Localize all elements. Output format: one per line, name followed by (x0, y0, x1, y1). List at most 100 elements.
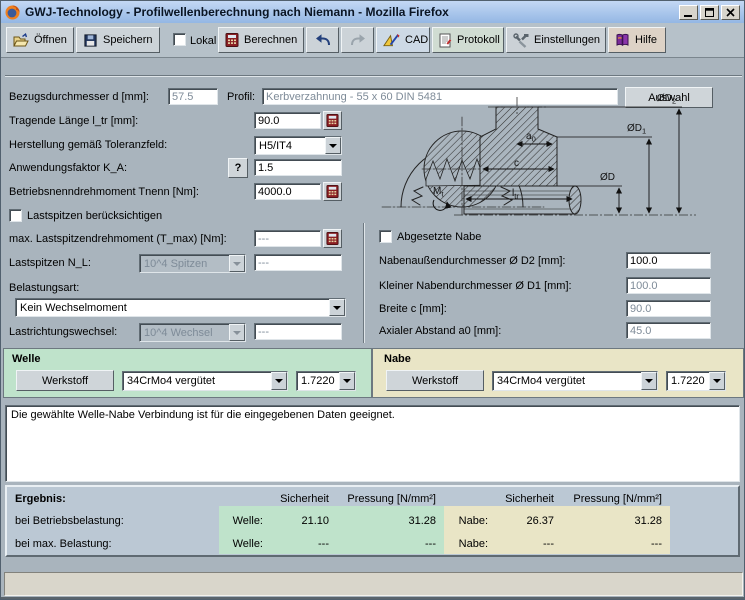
lokal-checkbox[interactable] (173, 33, 186, 46)
nenndrehmoment-calc-button[interactable] (323, 182, 342, 201)
nenndrehmoment-field[interactable] (254, 183, 321, 200)
chevron-down-icon[interactable] (709, 372, 725, 390)
breite-field (626, 300, 711, 317)
window-title: GWJ-Technology - Profilwellenberechnung … (25, 5, 449, 19)
firefox-icon (5, 5, 20, 20)
welle-number-select[interactable]: 1.7220 (296, 371, 356, 391)
lastrichtungswechsel-unit-select: 10^4 Wechsel (139, 323, 246, 342)
svg-text:ltr: ltr (512, 188, 519, 201)
welle-panel: Welle Werkstoff 34CrMo4 vergütet 1.7220 (3, 348, 372, 398)
belastungsart-value: Kein Wechselmoment (20, 301, 127, 314)
max-lastspitze-field (254, 230, 321, 247)
protokoll-button[interactable]: Protokoll (432, 27, 504, 53)
nabe-sicherheit-header: Sicherheit (505, 493, 554, 505)
open-button[interactable]: Öffnen (6, 27, 74, 53)
lastspitzen-nl-field (254, 254, 342, 271)
results-header-row: Ergebnis: Sicherheit Pressung [N/mm²] Si… (7, 491, 670, 507)
anwendungsfaktor-label: Anwendungsfaktor K_A: (9, 162, 128, 174)
message-area[interactable]: Die gewählte Welle-Nabe Verbindung ist f… (5, 405, 740, 482)
nabe-werkstoff-button[interactable]: Werkstoff (386, 370, 484, 391)
lastspitzen-checkbox[interactable] (9, 209, 22, 222)
nabe-number-select[interactable]: 1.7220 (666, 371, 726, 391)
toleranzfeld-select[interactable]: H5/IT4 (254, 136, 342, 155)
welle-number-value: 1.7220 (301, 375, 335, 387)
svg-text:ØD: ØD (600, 172, 615, 183)
nabe-panel-title: Nabe (384, 353, 411, 365)
lastspitzen-nl-label: Lastspitzen N_L: (9, 257, 91, 269)
nabe-number-value: 1.7220 (671, 375, 705, 387)
document-icon (439, 33, 452, 48)
welle-sicherheit-header: Sicherheit (280, 493, 329, 505)
welle-material-select[interactable]: 34CrMo4 vergütet (122, 371, 288, 391)
lastspitzen-nl-unit-value: 10^4 Spitzen (144, 257, 208, 270)
cad-ruler-pen-icon (383, 33, 400, 47)
calculator-icon (225, 33, 239, 47)
welle-material-value: 34CrMo4 vergütet (127, 375, 216, 387)
nabenaussendurchmesser-label: Nabenaußendurchmesser Ø D2 [mm]: (379, 255, 566, 267)
title-bar: GWJ-Technology - Profilwellenberechnung … (1, 1, 744, 23)
tragende-laenge-calc-button[interactable] (323, 111, 342, 130)
tools-icon (513, 32, 529, 48)
save-label: Speichern (103, 34, 153, 46)
results-row-max-belastung: bei max. Belastung: Welle: --- --- Nabe:… (15, 538, 662, 550)
chevron-down-icon[interactable] (271, 372, 287, 390)
lastrichtungswechsel-field (254, 323, 342, 340)
max-lastspitze-calc-button[interactable] (323, 229, 342, 248)
results-title: Ergebnis: (15, 493, 66, 505)
lastspitzen-checkbox-label: Lastspitzen berücksichtigen (27, 210, 163, 222)
abgesetzte-nabe-checkbox[interactable] (379, 230, 392, 243)
anwendungsfaktor-help-button[interactable]: ? (228, 158, 248, 178)
hilfe-label: Hilfe (635, 34, 658, 46)
results-panel: Ergebnis: Sicherheit Pressung [N/mm²] Si… (5, 485, 740, 557)
axialer-abstand-field (626, 322, 711, 339)
open-label: Öffnen (34, 34, 67, 46)
toolbar: Öffnen Speichern Lokal Berechnen CAD Pro… (1, 23, 744, 58)
lastrichtungswechsel-label: Lastrichtungswechsel: (9, 326, 118, 338)
anwendungsfaktor-field[interactable] (254, 159, 342, 176)
bezugsdurchmesser-field (168, 88, 218, 105)
berechnen-button[interactable]: Berechnen (218, 27, 304, 53)
floppy-disk-icon (83, 33, 98, 48)
profil-label: Profil: (227, 91, 256, 103)
chevron-down-icon (229, 324, 245, 341)
chevron-down-icon[interactable] (329, 299, 345, 316)
nabe-panel: Nabe Werkstoff 34CrMo4 vergütet 1.7220 (372, 348, 744, 398)
hilfe-button[interactable]: Hilfe (608, 27, 666, 53)
close-button[interactable] (721, 4, 740, 20)
save-button[interactable]: Speichern (76, 27, 160, 53)
nabe-material-select[interactable]: 34CrMo4 vergütet (492, 371, 658, 391)
technical-drawing: ØD2 ØD1 ØD a0 c ltr Mt (381, 93, 696, 216)
status-bar (4, 572, 743, 596)
maximize-button[interactable] (700, 4, 719, 20)
einstellungen-button[interactable]: Einstellungen (506, 27, 606, 53)
einstellungen-label: Einstellungen (534, 34, 601, 46)
results-row-betriebsbelastung: bei Betriebsbelastung: Welle: 21.10 31.2… (15, 515, 662, 527)
berechnen-label: Berechnen (244, 34, 298, 46)
chevron-down-icon[interactable] (325, 137, 341, 154)
nabe-material-value: 34CrMo4 vergütet (497, 375, 586, 387)
lastrichtungswechsel-unit-value: 10^4 Wechsel (144, 326, 213, 339)
chevron-down-icon[interactable] (641, 372, 657, 390)
column-divider (363, 223, 364, 343)
bezugsdurchmesser-label: Bezugsdurchmesser d [mm]: (9, 91, 149, 103)
minimize-button[interactable] (679, 4, 698, 20)
svg-text:c: c (514, 158, 519, 169)
cad-label: CAD (405, 34, 429, 46)
cad-button[interactable]: CAD (376, 27, 430, 53)
tragende-laenge-label: Tragende Länge l_tr [mm]: (9, 115, 139, 127)
belastungsart-select[interactable]: Kein Wechselmoment (15, 298, 346, 317)
svg-text:ØD1: ØD1 (627, 123, 646, 136)
nenndrehmoment-label: Betriebsnenndrehmoment Tnenn [Nm]: (9, 186, 199, 198)
nabenaussendurchmesser-field[interactable] (626, 252, 711, 269)
belastungsart-label: Belastungsart: (9, 282, 80, 294)
chevron-down-icon[interactable] (339, 372, 355, 390)
undo-button[interactable] (306, 27, 339, 53)
chevron-down-icon (229, 255, 245, 272)
axialer-abstand-label: Axialer Abstand a0 [mm]: (379, 325, 502, 337)
welle-werkstoff-button[interactable]: Werkstoff (16, 370, 114, 391)
tragende-laenge-field[interactable] (254, 112, 321, 129)
breite-label: Breite c [mm]: (379, 303, 447, 315)
kleiner-nabendurchmesser-field (626, 277, 711, 294)
abgesetzte-nabe-label: Abgesetzte Nabe (397, 231, 482, 243)
svg-text:ØD2: ØD2 (657, 93, 676, 106)
